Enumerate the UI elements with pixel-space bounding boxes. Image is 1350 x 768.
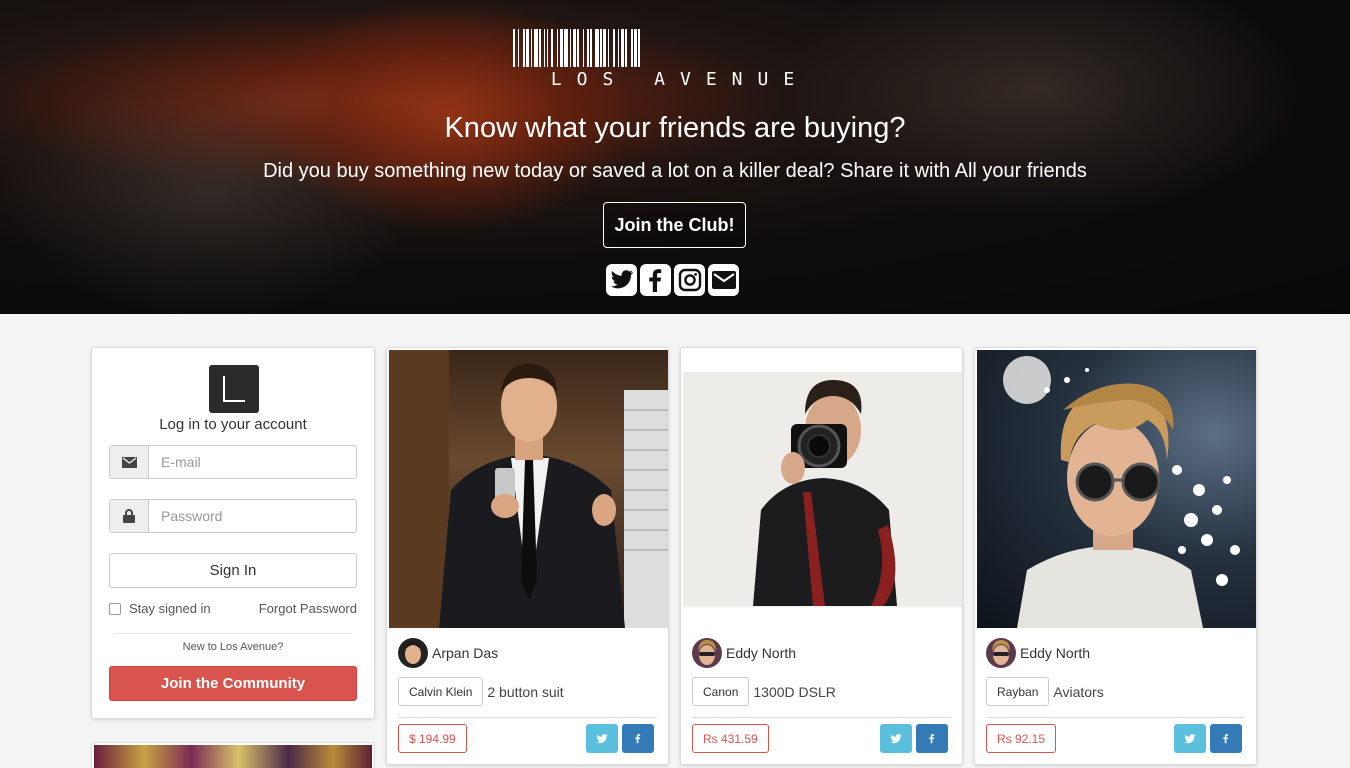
brand-tag[interactable]: Calvin Klein <box>398 677 484 706</box>
facebook-share-button[interactable] <box>1210 724 1242 753</box>
lock-icon <box>110 500 149 532</box>
email-field <box>109 445 357 479</box>
twitter-icon[interactable] <box>606 264 637 296</box>
avatar[interactable] <box>986 638 1016 668</box>
product-tags: Calvin Klein 2 button suit <box>398 677 564 706</box>
product-name: 2 button suit <box>487 683 564 700</box>
product-card: Eddy North Canon 1300D DSLR Rs 431.59 <box>680 347 963 765</box>
product-photo[interactable] <box>683 350 962 628</box>
price-tag: Rs 92.15 <box>986 724 1057 753</box>
join-club-button[interactable]: Join the Club! <box>603 202 746 248</box>
divider <box>398 717 657 718</box>
product-name: 1300D DSLR <box>753 683 836 700</box>
stay-signed-in[interactable]: Stay signed in <box>109 601 211 616</box>
facebook-icon[interactable] <box>640 264 671 296</box>
product-tags: Canon 1300D DSLR <box>692 677 836 706</box>
site-logo[interactable]: LOS AVENUE <box>513 29 835 90</box>
instagram-icon[interactable] <box>674 264 705 296</box>
divider <box>986 717 1245 718</box>
twitter-icon <box>1184 733 1196 743</box>
stay-signed-in-checkbox[interactable] <box>109 602 121 615</box>
product-photo <box>94 745 372 768</box>
price-tag: Rs 431.59 <box>692 724 769 753</box>
forgot-password-link[interactable]: Forgot Password <box>259 601 357 616</box>
envelope-icon[interactable] <box>708 264 739 296</box>
user-info[interactable]: Eddy North <box>692 638 796 668</box>
avatar[interactable] <box>692 638 722 668</box>
hero-title: Know what your friends are buying? <box>444 112 906 144</box>
brand-tag[interactable]: Rayban <box>986 677 1050 706</box>
login-logo-icon <box>209 365 259 413</box>
product-photo[interactable] <box>389 350 668 628</box>
avatar[interactable] <box>398 638 428 668</box>
login-card: Log in to your account Sign In Stay sign… <box>91 347 375 719</box>
barcode-logo-graphic <box>513 29 835 67</box>
divider <box>692 717 951 718</box>
user-info[interactable]: Eddy North <box>986 638 1090 668</box>
user-name[interactable]: Arpan Das <box>432 645 498 661</box>
user-name[interactable]: Eddy North <box>1020 645 1090 661</box>
facebook-share-button[interactable] <box>622 724 654 753</box>
join-community-button[interactable]: Join the Community <box>109 666 357 701</box>
twitter-icon <box>890 733 902 743</box>
facebook-icon <box>929 734 935 744</box>
login-title: Log in to your account <box>159 416 307 433</box>
password-input[interactable] <box>149 500 356 532</box>
hero-subtitle: Did you buy something new today or saved… <box>263 160 1087 182</box>
product-photo[interactable] <box>977 350 1256 628</box>
product-tags: Rayban Aviators <box>986 677 1104 706</box>
brand-tag[interactable]: Canon <box>692 677 750 706</box>
facebook-icon <box>635 734 641 744</box>
new-user-text: New to Los Avenue? <box>182 641 284 653</box>
price-tag: $ 194.99 <box>398 724 467 753</box>
product-card: Arpan Das Calvin Klein 2 button suit $ 1… <box>386 347 669 765</box>
password-field <box>109 499 357 533</box>
envelope-icon <box>110 446 149 478</box>
twitter-icon <box>596 733 608 743</box>
stay-signed-in-label: Stay signed in <box>129 601 211 616</box>
divider <box>114 633 352 634</box>
email-input[interactable] <box>149 446 356 478</box>
sign-in-button[interactable]: Sign In <box>109 553 357 588</box>
facebook-icon <box>1223 734 1229 744</box>
logo-text: LOS AVENUE <box>550 69 810 90</box>
partial-product-card <box>91 742 375 768</box>
twitter-share-button[interactable] <box>586 724 618 753</box>
user-name[interactable]: Eddy North <box>726 645 796 661</box>
product-name: Aviators <box>1053 683 1104 700</box>
facebook-share-button[interactable] <box>916 724 948 753</box>
twitter-share-button[interactable] <box>1174 724 1206 753</box>
twitter-share-button[interactable] <box>880 724 912 753</box>
social-links <box>606 264 739 296</box>
user-info[interactable]: Arpan Das <box>398 638 498 668</box>
product-card: Eddy North Rayban Aviators Rs 92.15 <box>974 347 1257 765</box>
hero-banner: LOS AVENUE Know what your friends are bu… <box>0 0 1350 314</box>
